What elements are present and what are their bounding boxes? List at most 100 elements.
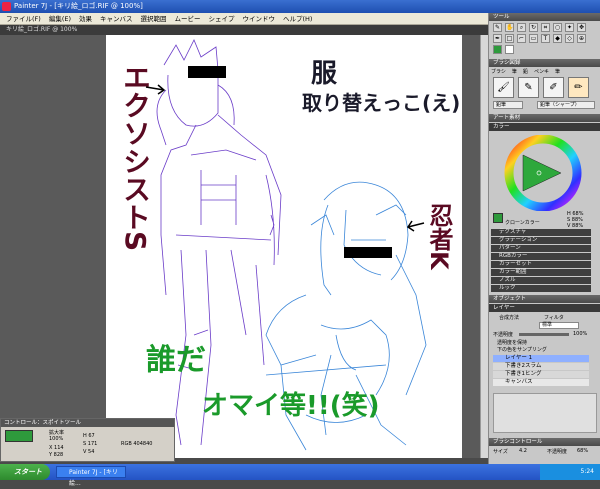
control-palette: コントロール：スポイトツール 拡大率 100% X 114 Y 828 H 67… — [0, 418, 175, 462]
eraser-tool-icon[interactable]: ▭ — [529, 34, 538, 43]
list-nozzle[interactable]: ノズル — [491, 277, 591, 284]
list-color-range[interactable]: カラー範囲 — [491, 269, 591, 276]
face-censor-bar — [188, 66, 226, 78]
brush-category-select[interactable]: 鉛筆 — [493, 101, 523, 109]
window-title: Painter 7J - [キリ絵_ロゴ.RIF @ 100%] — [14, 2, 143, 10]
right-palette-panel: ツール ✎ ✋ ⌕ ↻ ⌗ ○ ✦ ✥ ✒ □ ⌐ ▭ T ◆ ◇ ⊕ ブラシ図… — [488, 13, 600, 467]
menu-shapes[interactable]: シェイプ — [205, 13, 239, 25]
y-coordinate: Y 828 — [49, 452, 64, 458]
tools-palette-title: ツール — [489, 13, 600, 21]
layer-list-empty-area — [493, 393, 597, 433]
zoom-tool-icon[interactable]: ⌕ — [517, 23, 526, 32]
brush-variant-1-icon[interactable]: 🖌 — [493, 77, 514, 98]
lasso-tool-icon[interactable]: ○ — [553, 23, 562, 32]
list-gradient[interactable]: グラデーション — [491, 237, 591, 244]
brush-controls-title: ブラシコントロール — [489, 438, 600, 446]
brush-palette-title: ブラシ図録 — [489, 59, 600, 67]
taskbar-painter-item[interactable]: Painter 7J - [キリ絵... — [56, 466, 126, 487]
canvas-layer-row[interactable]: キャンバス — [493, 379, 589, 386]
main-color-swatch[interactable] — [493, 45, 502, 54]
grabber-tool-icon[interactable]: ✋ — [505, 23, 514, 32]
objects-title: オブジェクト — [489, 295, 600, 303]
mode-label: 不透明度 — [547, 449, 568, 455]
menu-effects[interactable]: 効果 — [75, 13, 96, 25]
wand-tool-icon[interactable]: ✦ — [565, 23, 574, 32]
brush-tool-icon[interactable]: ✎ — [493, 23, 502, 32]
drawing-canvas[interactable]: エクソシストS 服 取り替えっこ(え) 忍者K 誰だ オマイ等!!(笑) — [106, 35, 462, 458]
shape-tool-icon[interactable]: ◇ — [565, 34, 574, 43]
pick-up-underlying-checkbox[interactable]: 下の色をサンプリング — [497, 346, 547, 353]
brush-tab-3[interactable]: 鉛 — [523, 68, 528, 76]
zoom-label: 拡大率 — [49, 430, 65, 436]
clone-color-label[interactable]: クローンカラー — [505, 219, 540, 226]
opacity-label: 不透明度 — [493, 332, 514, 338]
hsv-readout: H 68% S 88% V 88% — [567, 211, 583, 229]
h-readout: H 67 — [83, 433, 95, 439]
brush-tab-4[interactable]: ペンキ — [534, 68, 549, 76]
brush-tab-5[interactable]: 筆 — [555, 68, 560, 76]
menu-select[interactable]: 選択範囲 — [137, 13, 171, 25]
current-color-swatch[interactable] — [493, 213, 503, 223]
rotate-tool-icon[interactable]: ↻ — [529, 23, 538, 32]
menu-window[interactable]: ウインドウ — [239, 13, 280, 25]
size-value: 4.2 — [519, 448, 527, 454]
composite-select[interactable]: 標準 — [539, 322, 579, 329]
document-title-bar: キリ絵_ロゴ.RIF @ 100% — [0, 25, 488, 35]
layer-row-2[interactable]: 下書き2スラム — [493, 363, 589, 370]
list-look[interactable]: ルック — [491, 285, 591, 292]
menu-file[interactable]: ファイル(F) — [2, 13, 45, 25]
art-materials-title: アート素材 — [489, 114, 600, 122]
list-pattern[interactable]: パターン — [491, 245, 591, 252]
size-label: サイズ — [493, 449, 508, 455]
text-tool-icon[interactable]: T — [541, 34, 550, 43]
list-color-set[interactable]: カラーセット — [491, 261, 591, 268]
brush-tab-2[interactable]: 筆 — [512, 68, 517, 76]
rgb-readout: RGB 404840 — [121, 441, 153, 447]
vertical-scrollbar[interactable] — [480, 35, 488, 458]
menu-help[interactable]: ヘルプ(H) — [279, 13, 316, 25]
canvas-text-you-guys: オマイ等!!(笑) — [202, 391, 380, 421]
menu-bar: ファイル(F) 編集(E) 効果 キャンバス 選択範囲 ムービー シェイプ ウイ… — [0, 13, 488, 25]
mode-value: 68% — [577, 448, 589, 454]
additional-color-swatch[interactable] — [505, 45, 514, 54]
layer-row-1[interactable]: レイヤー 1 — [493, 355, 589, 362]
face-censor-bar-2 — [344, 247, 392, 258]
color-wheel[interactable] — [499, 135, 587, 211]
s-readout: S 171 — [83, 441, 98, 447]
menu-movie[interactable]: ムービー — [171, 13, 205, 25]
color-section-title: カラー — [489, 123, 600, 131]
menu-canvas[interactable]: キャンバス — [96, 13, 137, 25]
dropper-tool-icon[interactable]: ⌐ — [517, 34, 526, 43]
depth-label: フィルタ — [544, 315, 564, 321]
brush-tab-1[interactable]: ブラシ — [491, 68, 506, 76]
brush-tabs: ブラシ 筆 鉛 ペンキ 筆 — [491, 68, 597, 76]
brush-variant-select[interactable]: 鉛筆（シャープ） — [537, 101, 595, 109]
layers-title: レイヤー — [489, 304, 600, 312]
list-rgb-color[interactable]: RGBカラー — [491, 253, 591, 260]
painter-app-icon — [2, 2, 11, 11]
brush-variant-2-icon[interactable]: ✎ — [518, 77, 539, 98]
crop-tool-icon[interactable]: ⌗ — [541, 23, 550, 32]
clone-tool-icon[interactable]: ⊕ — [577, 34, 586, 43]
canvas-text-who: 誰だ — [146, 343, 206, 378]
list-texture[interactable]: テクスチャ — [491, 229, 591, 236]
window-title-bar: Painter 7J - [キリ絵_ロゴ.RIF @ 100%] — [0, 0, 600, 13]
preserve-transparency-checkbox[interactable]: 透明度を保持 — [497, 339, 527, 346]
menu-edit[interactable]: 編集(E) — [45, 13, 75, 25]
opacity-slider[interactable] — [519, 333, 569, 336]
pencil-selected-icon[interactable]: ✏ — [568, 77, 589, 98]
sampled-color-swatch — [5, 430, 33, 442]
system-tray-clock: 5:24 — [540, 464, 600, 480]
document-title: キリ絵_ロゴ.RIF @ 100% — [6, 26, 78, 33]
brush-variant-3-icon[interactable]: ✐ — [543, 77, 564, 98]
bucket-tool-icon[interactable]: ◆ — [553, 34, 562, 43]
start-button[interactable]: スタート — [0, 464, 50, 480]
x-coordinate: X 114 — [49, 445, 64, 451]
opacity-value: 100% — [573, 331, 588, 337]
pen-tool-icon[interactable]: ✒ — [493, 34, 502, 43]
zoom-value: 100% — [49, 436, 64, 442]
rect-tool-icon[interactable]: □ — [505, 34, 514, 43]
layer-row-3[interactable]: 下書き1ヒング — [493, 371, 589, 378]
layer-adjust-tool-icon[interactable]: ✥ — [577, 23, 586, 32]
canvas-text-clothes: 服 — [311, 59, 338, 89]
